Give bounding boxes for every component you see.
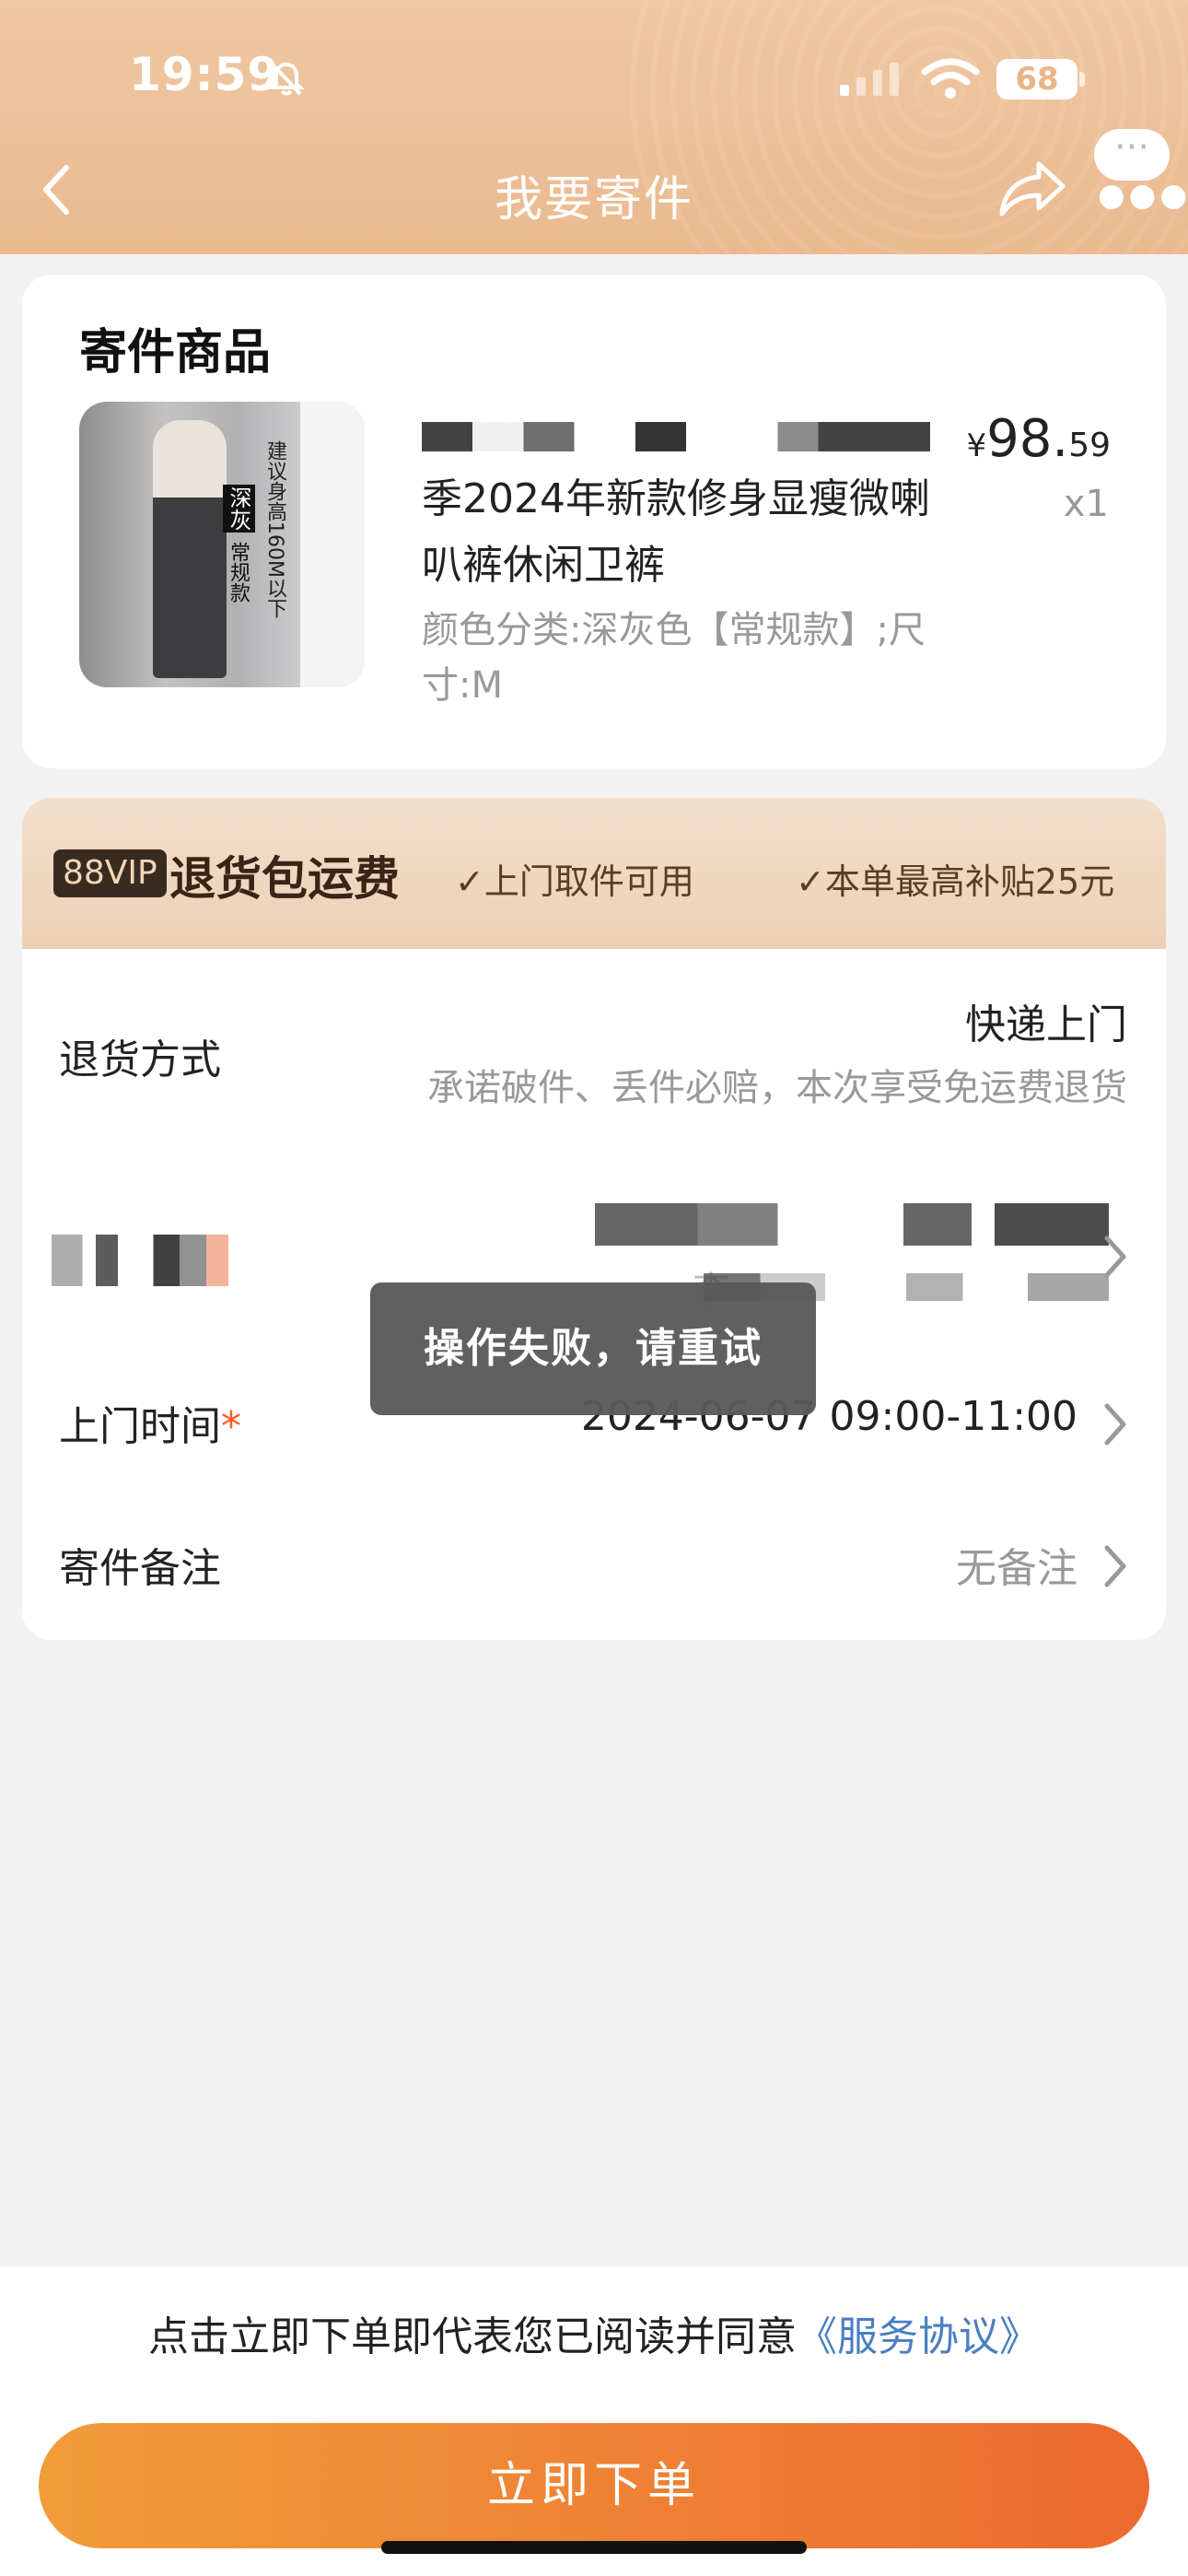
service-agreement-link[interactable]: 《服务协议》 <box>797 2313 1040 2360</box>
return-method-desc: 承诺破件、丢件必赔，本次享受免运费退货 <box>427 1067 1127 1109</box>
agreement-text: 点击立即下单即代表您已阅读并同意 <box>148 2313 797 2360</box>
shipping-card: 88VIP 退货包运费 ✓上门取件可用 ✓本单最高补贴25元 退货方式 快递上门… <box>22 798 1166 1640</box>
vip-title: 退货包运费 <box>169 852 400 906</box>
more-bubble[interactable]: ··· <box>1094 129 1170 181</box>
battery-icon: 68 <box>996 59 1077 100</box>
vip-perk-subsidy: ✓本单最高补贴25元 <box>796 861 1115 902</box>
price-integer: 98. <box>986 409 1069 469</box>
redacted-contact <box>52 1235 273 1286</box>
thumbnail-height-note: 建议身高160M以下 <box>263 440 286 618</box>
agreement-notice: 点击立即下单即代表您已阅读并同意《服务协议》 <box>0 2303 1188 2362</box>
redacted-address <box>538 1203 1109 1246</box>
remark-label: 寄件备注 <box>59 1545 221 1592</box>
more-icon[interactable]: ●●● <box>1098 177 1187 214</box>
return-method-label: 退货方式 <box>59 1036 221 1083</box>
status-time: 19:59 <box>129 48 281 101</box>
product-price: ¥98.59 <box>966 409 1111 469</box>
thumbnail-color-tag: 深灰 <box>223 485 255 533</box>
chevron-right-icon <box>1101 1400 1129 1452</box>
vip-banner: 88VIP 退货包运费 ✓上门取件可用 ✓本单最高补贴25元 <box>22 798 1166 949</box>
home-indicator <box>381 2541 807 2554</box>
battery-tip <box>1079 72 1085 87</box>
remark-value: 无备注 <box>956 1545 1077 1592</box>
required-mark: * <box>221 1403 241 1450</box>
submit-order-button[interactable]: 立即下单 <box>39 2423 1149 2548</box>
price-symbol: ¥ <box>966 427 987 464</box>
share-icon[interactable] <box>996 157 1070 225</box>
footer: 点击立即下单即代表您已阅读并同意《服务协议》 立即下单 <box>0 2266 1188 2576</box>
redacted-text <box>422 422 930 451</box>
product-quantity: x1 <box>1063 483 1109 525</box>
return-method-value: 快递上门 <box>965 1001 1127 1048</box>
chevron-right-icon <box>1101 1542 1129 1594</box>
wifi-icon <box>921 57 980 103</box>
thumbnail-side-panel <box>300 402 365 687</box>
header: 19:59 68 我要寄件 ··· ●●● <box>0 0 1188 254</box>
vip-perk-pickup: ✓上门取件可用 <box>455 861 694 902</box>
product-spec: 颜色分类:深灰色【常规款】;尺寸:M <box>422 609 926 707</box>
pickup-time-label: 上门时间* <box>59 1403 241 1450</box>
product-thumbnail[interactable] <box>79 402 365 687</box>
thumbnail-figure <box>153 420 227 678</box>
thumbnail-style-tag: 常规款 <box>227 542 250 603</box>
goods-card: 寄件商品 建议身高160M以下 深灰 常规款 季2024年新款修身显瘦微喇叭裤休… <box>22 275 1166 768</box>
price-decimal: 59 <box>1068 427 1111 464</box>
vip-badge: 88VIP <box>53 849 167 897</box>
error-toast: 操作失败，请重试 <box>370 1282 816 1415</box>
signal-icon <box>838 61 904 101</box>
chevron-right-icon <box>1101 1233 1129 1284</box>
bell-muted-icon <box>267 59 306 101</box>
goods-section-title: 寄件商品 <box>79 325 272 381</box>
product-name: 季2024年新款修身显瘦微喇叭裤休闲卫裤 <box>422 475 930 589</box>
